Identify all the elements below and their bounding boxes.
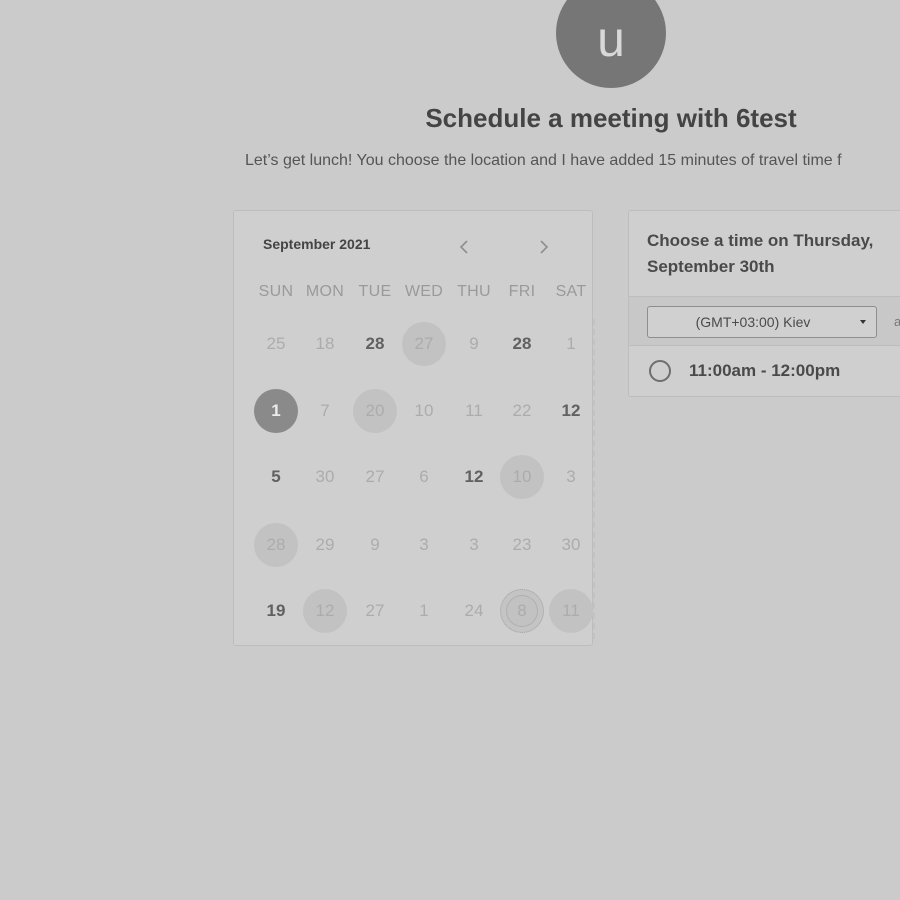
previous-month-button[interactable] xyxy=(453,235,475,259)
calendar-day[interactable]: 19 xyxy=(254,589,298,633)
calendar-day[interactable]: 1 xyxy=(254,389,298,433)
calendar-day[interactable]: 10 xyxy=(402,389,446,433)
calendar-day[interactable]: 11 xyxy=(452,389,496,433)
calendar-day[interactable]: 27 xyxy=(402,322,446,366)
calendar-day[interactable]: 7 xyxy=(303,389,347,433)
calendar-day[interactable]: 9 xyxy=(452,322,496,366)
calendar-day[interactable]: 12 xyxy=(303,589,347,633)
weekday-wed: WED xyxy=(404,283,444,300)
chevron-right-icon xyxy=(540,240,549,254)
calendar-day[interactable]: 25 xyxy=(254,322,298,366)
calendar: September 2021 SUN MON TUE WED THU FRI SAT 25 1… xyxy=(233,210,595,646)
calendar-day[interactable]: 3 xyxy=(452,523,496,567)
caret-down-icon xyxy=(860,320,866,324)
weekday-thu: THU xyxy=(457,283,491,300)
calendar-day[interactable]: 3 xyxy=(402,523,446,567)
avatar-initial: u xyxy=(597,11,625,67)
timezone-select[interactable]: (GMT+03:00) Kiev xyxy=(647,306,877,338)
radio-button[interactable] xyxy=(649,360,671,382)
calendar-day[interactable]: 28 xyxy=(500,322,544,366)
calendar-day[interactable]: 6 xyxy=(402,455,446,499)
timezone-value: (GMT+03:00) Kiev xyxy=(695,314,811,330)
timezone-extra-label: a xyxy=(894,314,900,329)
page-title: Schedule a meeting with 6test xyxy=(425,103,797,133)
time-slot-option[interactable]: 11:00am - 12:00pm xyxy=(649,358,840,384)
calendar-day[interactable]: 30 xyxy=(303,455,347,499)
calendar-day[interactable]: 1 xyxy=(402,589,446,633)
calendar-day[interactable]: 27 xyxy=(353,589,397,633)
weekday-sun: SUN xyxy=(258,283,294,300)
calendar-day[interactable]: 22 xyxy=(500,389,544,433)
timezone-bar: (GMT+03:00) Kiev a xyxy=(629,296,900,346)
calendar-day[interactable]: 28 xyxy=(353,322,397,366)
calendar-day[interactable]: 23 xyxy=(500,523,544,567)
avatar: u xyxy=(556,0,666,88)
calendar-day[interactable]: 20 xyxy=(353,389,397,433)
calendar-day[interactable]: 9 xyxy=(353,523,397,567)
calendar-day[interactable]: 12 xyxy=(452,455,496,499)
calendar-scrollbar[interactable] xyxy=(593,319,597,639)
calendar-day[interactable]: 24 xyxy=(452,589,496,633)
weekday-tue: TUE xyxy=(358,283,392,300)
scheduling-page: u Schedule a meeting with 6test Let’s ge… xyxy=(0,0,900,900)
calendar-day[interactable]: 3 xyxy=(549,455,593,499)
calendar-day[interactable]: 10 xyxy=(500,455,544,499)
calendar-day[interactable]: 12 xyxy=(549,389,593,433)
calendar-day[interactable]: 28 xyxy=(254,523,298,567)
chevron-left-icon xyxy=(459,240,468,254)
calendar-month-label: September 2021 xyxy=(263,236,371,252)
weekday-sat: SAT xyxy=(555,283,587,300)
time-slot-label: 11:00am - 12:00pm xyxy=(689,361,841,380)
calendar-day[interactable]: 30 xyxy=(549,523,593,567)
meeting-description: Let’s get lunch! You choose the location… xyxy=(245,152,842,169)
calendar-day[interactable]: 29 xyxy=(303,523,347,567)
time-panel-heading: Choose a time on Thursday, September 30t… xyxy=(647,231,874,276)
weekday-fri: FRI xyxy=(508,283,536,300)
calendar-day[interactable]: 11 xyxy=(549,589,593,633)
calendar-day[interactable]: 5 xyxy=(254,455,298,499)
calendar-day[interactable]: 8 xyxy=(500,589,544,633)
next-month-button[interactable] xyxy=(533,235,555,259)
calendar-day[interactable]: 18 xyxy=(303,322,347,366)
weekday-mon: MON xyxy=(305,283,345,300)
calendar-day[interactable]: 1 xyxy=(549,322,593,366)
time-selection-panel: Choose a time on Thursday, September 30t… xyxy=(628,210,900,397)
calendar-day[interactable]: 27 xyxy=(353,455,397,499)
